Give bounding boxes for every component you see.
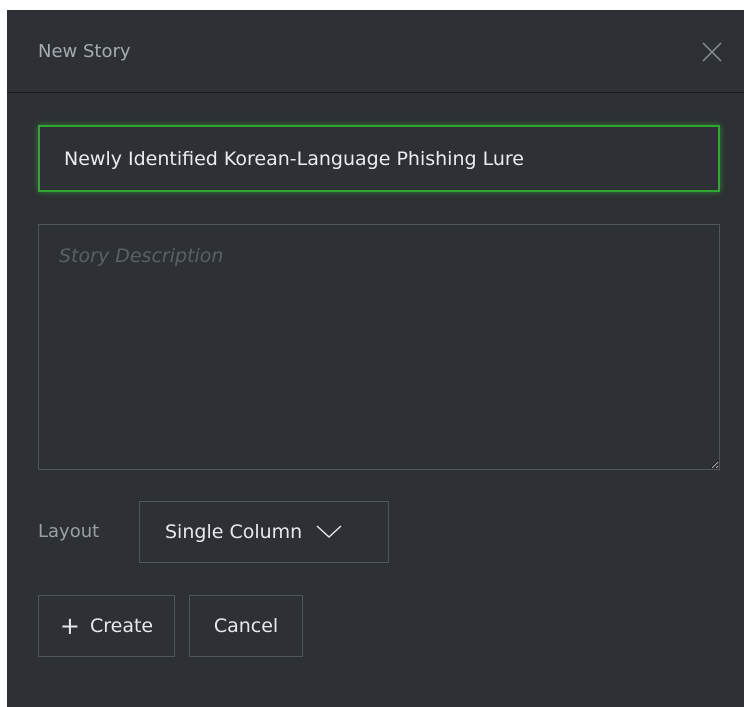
story-title-input[interactable] (38, 125, 720, 192)
plus-icon: + (59, 612, 80, 640)
close-icon[interactable] (700, 40, 724, 64)
story-description-textarea[interactable] (38, 224, 720, 470)
cancel-button-label: Cancel (213, 615, 279, 637)
layout-label: Layout (38, 521, 100, 542)
create-button[interactable]: + Create (38, 595, 175, 657)
layout-selected-value: Single Column (165, 521, 303, 543)
dialog-header: New Story (7, 10, 744, 93)
chevron-down-icon (316, 525, 342, 538)
layout-dropdown[interactable]: Single Column (139, 501, 389, 563)
cancel-button[interactable]: Cancel (189, 595, 303, 657)
new-story-dialog: New Story Layout Single Column + Create … (7, 10, 744, 707)
dialog-title: New Story (38, 41, 131, 62)
create-button-label: Create (89, 615, 154, 637)
